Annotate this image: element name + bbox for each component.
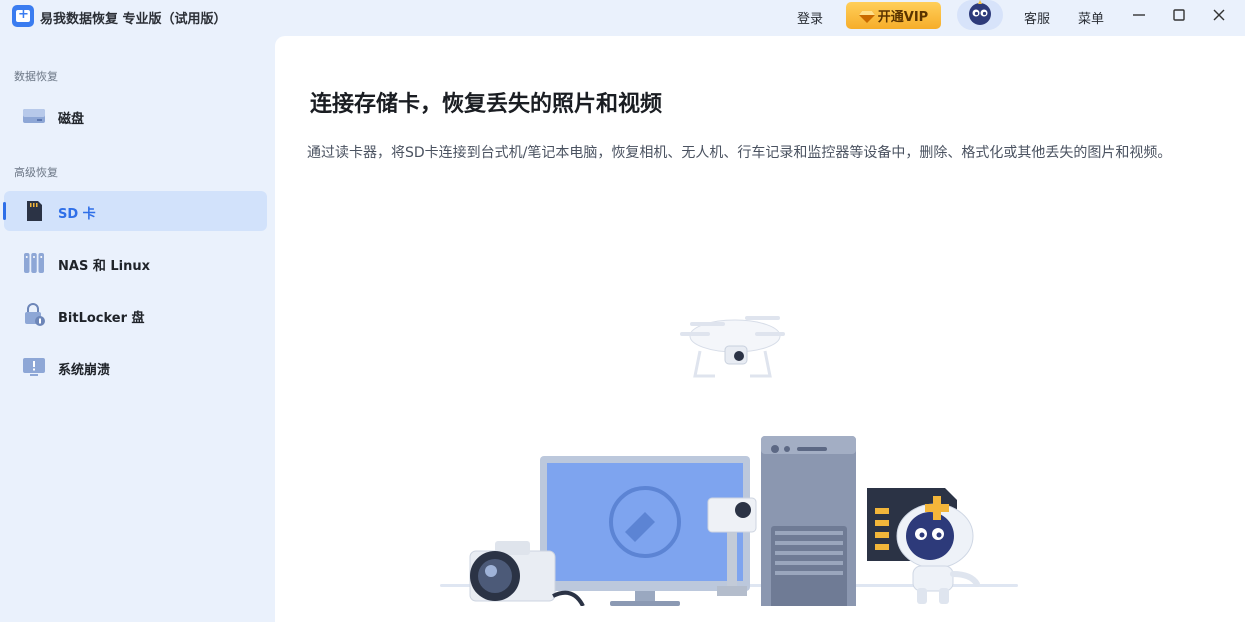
sidebar: 数据恢复 磁盘 高级恢复 SD 卡 NAS 和 Linux BitLocker …: [0, 34, 275, 622]
sidebar-item-label: 磁盘: [58, 112, 85, 127]
avatar[interactable]: [957, 0, 1003, 30]
system-crash-icon: [22, 355, 46, 379]
sidebar-item-bitlocker[interactable]: BitLocker 盘: [4, 295, 267, 335]
diamond-icon: [858, 10, 875, 23]
app-title: 易我数据恢复 专业版（试用版）: [40, 12, 227, 27]
main-panel: 连接存储卡，恢复丢失的照片和视频 通过读卡器，将SD卡连接到台式机/笔记本电脑，…: [275, 36, 1245, 622]
sidebar-item-sd-card[interactable]: SD 卡: [3, 191, 267, 231]
page-description: 通过读卡器，将SD卡连接到台式机/笔记本电脑，恢复相机、无人机、行车记录和监控器…: [307, 145, 1172, 161]
minimize-icon[interactable]: [1130, 6, 1148, 24]
login-link[interactable]: 登录: [797, 8, 823, 27]
page-title: 连接存储卡，恢复丢失的照片和视频: [310, 92, 663, 117]
disk-icon: [22, 104, 46, 128]
bitlocker-lock-icon: [22, 303, 46, 327]
sd-card-icon: [22, 199, 46, 223]
sidebar-item-label: SD 卡: [58, 207, 96, 222]
maximize-icon[interactable]: [1170, 6, 1188, 24]
drone-icon: [680, 316, 785, 378]
menu-link[interactable]: 菜单: [1078, 8, 1104, 27]
vip-button[interactable]: 开通VIP: [846, 2, 941, 29]
sidebar-item-disk[interactable]: 磁盘: [4, 96, 267, 136]
support-link[interactable]: 客服: [1024, 8, 1050, 27]
close-icon[interactable]: [1210, 6, 1228, 24]
sidebar-item-system-crash[interactable]: 系统崩溃: [4, 347, 267, 387]
sidebar-item-label: BitLocker 盘: [58, 311, 145, 326]
section-label-advanced: 高级恢复: [14, 166, 58, 179]
vip-label: 开通VIP: [877, 10, 929, 25]
app-logo-icon: [12, 5, 34, 27]
mascot-robot-icon: [896, 496, 980, 604]
pc-tower-icon: [761, 436, 856, 621]
section-label-data-recovery: 数据恢复: [14, 70, 58, 83]
active-indicator: [3, 202, 6, 220]
title-bar: 易我数据恢复 专业版（试用版） 登录 开通VIP 客服 菜单: [0, 0, 1245, 34]
sidebar-item-label: 系统崩溃: [58, 363, 111, 378]
sidebar-item-label: NAS 和 Linux: [58, 259, 150, 274]
nas-icon: [22, 251, 46, 275]
sidebar-item-nas-linux[interactable]: NAS 和 Linux: [4, 243, 267, 283]
sd-card-recovery-illustration: [435, 296, 1025, 621]
